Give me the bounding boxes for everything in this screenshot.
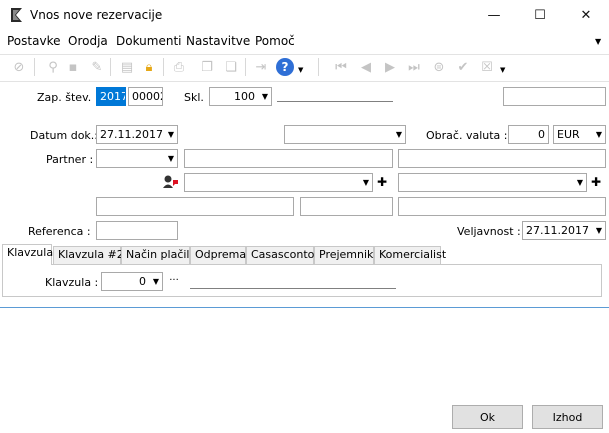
app-icon: [11, 8, 22, 22]
partner-address-field[interactable]: [398, 149, 606, 168]
add-contact-icon[interactable]: ✚: [591, 175, 601, 189]
top-right-field[interactable]: [503, 87, 606, 106]
exit-icon[interactable]: ⇥: [252, 58, 270, 76]
partner-label: Partner :: [46, 153, 94, 166]
eraser-icon[interactable]: ✎: [88, 58, 106, 76]
close-button[interactable]: ✕: [563, 0, 609, 30]
veljavnost-combo[interactable]: 27.11.2017 ▼: [522, 221, 606, 240]
menu-orodja[interactable]: Orodja: [68, 34, 108, 48]
zap-stev-label: Zap. štev.: [37, 91, 92, 104]
datum-value: 27.11.2017: [100, 128, 163, 141]
chevron-down-icon: ▼: [261, 92, 268, 101]
check-icon[interactable]: ✔: [454, 58, 472, 76]
referenca-label: Referenca :: [28, 225, 91, 238]
pin-icon[interactable]: ⚲: [44, 58, 62, 76]
save-icon[interactable]: ▪: [64, 58, 82, 76]
currency-combo[interactable]: EUR ▼: [553, 125, 606, 144]
help-icon[interactable]: ?: [276, 58, 294, 76]
help-dropdown-icon[interactable]: ▼: [298, 66, 303, 74]
add-contact-icon[interactable]: ✚: [377, 175, 387, 189]
divider: [0, 307, 609, 308]
up-circle-icon[interactable]: ⊜: [430, 58, 448, 76]
tab-komercialist[interactable]: Komercialist: [374, 246, 446, 264]
chevron-down-icon: ▼: [595, 226, 602, 235]
tab-nacin-placila[interactable]: Način plačila: [121, 246, 196, 264]
address-field-2[interactable]: [300, 197, 393, 216]
toolbar-separator: [110, 58, 111, 76]
veljavnost-label: Veljavnost :: [457, 225, 521, 238]
chevron-down-icon: ▼: [152, 277, 159, 286]
menu-postavke[interactable]: Postavke: [7, 34, 60, 48]
prev-record-icon[interactable]: ◀: [357, 58, 375, 76]
exchange-rate-field[interactable]: 0: [508, 125, 549, 144]
next-record-icon[interactable]: ▶: [381, 58, 399, 76]
datum-label: Datum dok.:: [30, 129, 98, 142]
klavzula-combo[interactable]: 0 ▼: [101, 272, 163, 291]
address-field-3[interactable]: [398, 197, 606, 216]
toolbar-separator: [34, 58, 35, 76]
contact-person-icon[interactable]: [162, 174, 180, 189]
menu-nastavitve[interactable]: Nastavitve: [186, 34, 250, 48]
contact-combo-1[interactable]: ▼: [184, 173, 373, 192]
chevron-down-icon: ▼: [362, 178, 369, 187]
address-field-1[interactable]: [96, 197, 294, 216]
skl-label: Skl.: [184, 91, 204, 104]
referenca-field[interactable]: [96, 221, 178, 240]
number-field[interactable]: 00002: [128, 87, 163, 106]
copy-icon[interactable]: ❐: [198, 58, 216, 76]
toolbar-separator: [163, 58, 164, 76]
minimize-button[interactable]: —: [471, 0, 517, 30]
klavzula-browse-button[interactable]: ···: [165, 273, 183, 290]
partner-combo[interactable]: ▼: [96, 149, 178, 168]
chevron-down-icon: ▼: [395, 130, 402, 139]
maximize-button[interactable]: ☐: [517, 0, 563, 30]
skl-description-line: [277, 101, 393, 102]
klavzula-value: 0: [139, 275, 146, 288]
menu-dokumenti[interactable]: Dokumenti: [116, 34, 181, 48]
veljavnost-value: 27.11.2017: [526, 224, 589, 237]
tab-klavzula[interactable]: Klavzula: [2, 244, 53, 265]
print-icon[interactable]: ⎙: [170, 58, 188, 76]
ok-button[interactable]: Ok: [452, 405, 523, 429]
izhod-button[interactable]: Izhod: [532, 405, 603, 429]
chevron-down-icon: ▼: [167, 154, 174, 163]
cancel-circle-icon[interactable]: ⊘: [10, 58, 28, 76]
tab-prejemnik[interactable]: Prejemnik: [314, 246, 374, 264]
menu-pomoc[interactable]: Pomoč: [255, 34, 295, 48]
skl-combo[interactable]: 100 ▼: [209, 87, 272, 106]
last-record-icon[interactable]: ⏭: [405, 58, 423, 76]
window-title: Vnos nove rezervacije: [30, 8, 163, 22]
contact-combo-2[interactable]: ▼: [398, 173, 587, 192]
tab-odprema[interactable]: Odprema: [190, 246, 246, 264]
toolbar-separator: [318, 58, 319, 76]
cancel-box-icon[interactable]: ☒: [478, 58, 496, 76]
document-type-combo[interactable]: ▼: [284, 125, 406, 144]
document-icon[interactable]: ▤: [118, 58, 136, 76]
toolbar-separator: [245, 58, 246, 76]
currency-value: EUR: [557, 128, 580, 141]
klavzula-description-line: [190, 288, 396, 289]
partner-name-field[interactable]: [184, 149, 393, 168]
tab-klavzula-2[interactable]: Klavzula #2: [53, 246, 124, 264]
chevron-down-icon: ▼: [595, 130, 602, 139]
menu-overflow-icon[interactable]: ▼: [595, 37, 601, 46]
tab-casasconto[interactable]: Casasconto: [246, 246, 314, 264]
skl-value: 100: [234, 90, 255, 103]
chevron-down-icon: ▼: [576, 178, 583, 187]
chevron-down-icon: ▼: [167, 130, 174, 139]
obrac-valuta-label: Obrač. valuta :: [426, 129, 508, 142]
toolbar-overflow-icon[interactable]: ▼: [500, 66, 505, 74]
datum-combo[interactable]: 27.11.2017 ▼: [96, 125, 178, 144]
first-record-icon[interactable]: ⏮: [332, 58, 350, 76]
klavzula-label: Klavzula :: [45, 276, 99, 289]
year-field[interactable]: 2017: [96, 87, 126, 106]
paste-icon[interactable]: ❏: [222, 58, 240, 76]
lock-icon[interactable]: 🔒︎: [140, 58, 158, 76]
